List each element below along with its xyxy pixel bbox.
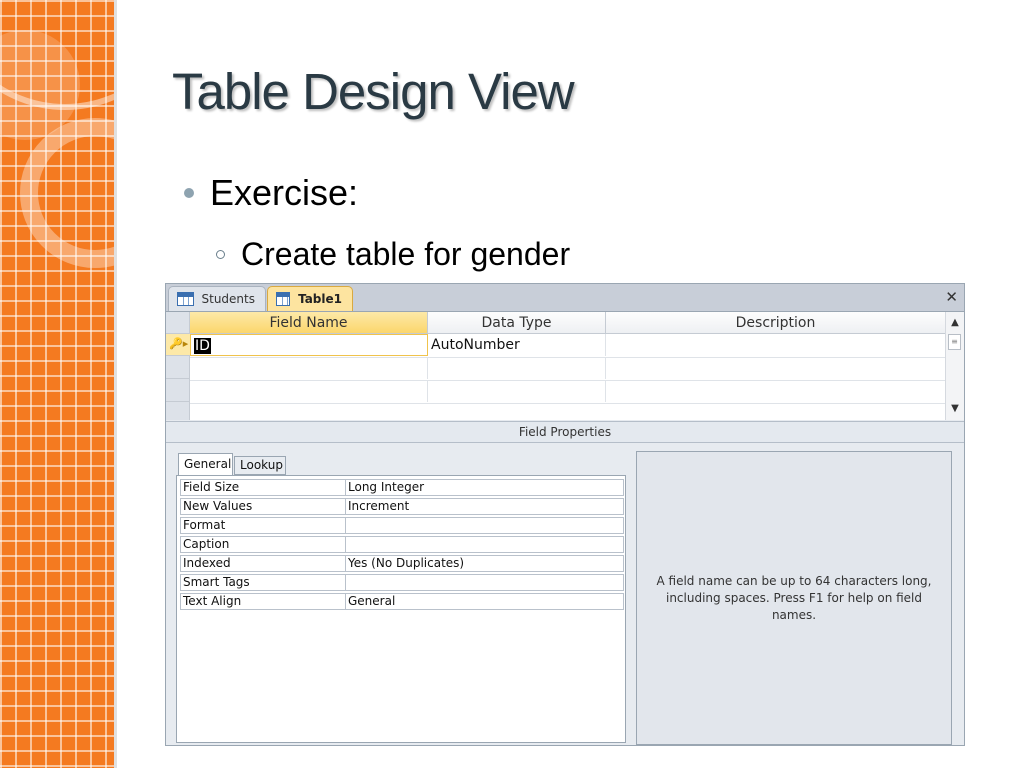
row-selector-column: 🔑▸: [166, 312, 190, 425]
bullet-text: Exercise:: [210, 172, 359, 213]
field-name-value: ID: [194, 338, 211, 354]
decorative-ring: [20, 118, 114, 268]
column-header-data-type[interactable]: Data Type: [428, 312, 606, 334]
row-selector[interactable]: [166, 357, 190, 379]
property-row: Caption: [180, 536, 624, 554]
table-icon: [276, 292, 291, 306]
property-value[interactable]: Long Integer: [346, 479, 624, 496]
scroll-thumb[interactable]: ≡: [948, 334, 961, 350]
sub-bullet: Create table for gender: [216, 236, 570, 273]
field-name-cell[interactable]: [190, 380, 428, 402]
decorative-sidebar: [0, 0, 114, 768]
table-row: [190, 357, 946, 381]
tab-students[interactable]: Students: [168, 286, 266, 311]
field-properties-label: Field Properties: [166, 421, 964, 443]
field-name-cell[interactable]: ID: [190, 334, 428, 356]
data-type-cell[interactable]: AutoNumber: [428, 334, 606, 356]
table-row: ID AutoNumber: [190, 334, 946, 358]
access-design-window: Students Table1 ✕ 🔑▸ Field Name Data Typ…: [165, 283, 965, 746]
property-value[interactable]: General: [346, 593, 624, 610]
tab-lookup[interactable]: Lookup: [234, 456, 286, 475]
property-row: Field Size Long Integer: [180, 479, 624, 497]
property-row: Smart Tags: [180, 574, 624, 592]
field-name-cell[interactable]: [190, 357, 428, 379]
property-label: Caption: [180, 536, 346, 553]
close-icon[interactable]: ✕: [945, 288, 958, 306]
property-value[interactable]: [346, 536, 624, 553]
property-label: Indexed: [180, 555, 346, 572]
property-value[interactable]: [346, 574, 624, 591]
tab-general[interactable]: General: [178, 453, 233, 476]
property-row: New Values Increment: [180, 498, 624, 516]
table-icon: [177, 292, 194, 306]
property-row: Format: [180, 517, 624, 535]
row-selector[interactable]: 🔑▸: [166, 334, 190, 356]
property-label: Smart Tags: [180, 574, 346, 591]
table-row: [190, 380, 946, 404]
description-cell[interactable]: [606, 334, 946, 356]
properties-panel: Field Size Long Integer New Values Incre…: [176, 475, 626, 743]
decorative-ring: [0, 0, 114, 110]
sidebar-edge: [114, 0, 117, 768]
bullet-ring-icon: [216, 250, 225, 259]
property-label: New Values: [180, 498, 346, 515]
bullet-dot-icon: [184, 188, 194, 198]
vertical-scrollbar[interactable]: ▲ ≡ ▼: [945, 312, 964, 420]
property-row: Indexed Yes (No Duplicates): [180, 555, 624, 573]
help-text: A field name can be up to 64 characters …: [656, 573, 932, 622]
column-header-description[interactable]: Description: [606, 312, 946, 334]
data-type-cell[interactable]: [428, 380, 606, 402]
property-value[interactable]: Yes (No Duplicates): [346, 555, 624, 572]
field-grid: 🔑▸ Field Name Data Type Description ID A…: [166, 312, 964, 425]
description-cell[interactable]: [606, 357, 946, 379]
document-tab-bar: Students Table1 ✕: [166, 284, 964, 312]
column-header-field-name[interactable]: Field Name: [190, 312, 428, 334]
tab-table1[interactable]: Table1: [267, 286, 353, 311]
property-value[interactable]: [346, 517, 624, 534]
tab-label: Students: [201, 292, 256, 306]
scroll-up-icon[interactable]: ▲: [946, 314, 964, 332]
property-label: Text Align: [180, 593, 346, 610]
property-label: Field Size: [180, 479, 346, 496]
row-selector[interactable]: [166, 380, 190, 402]
description-cell[interactable]: [606, 380, 946, 402]
sub-bullet-text: Create table for gender: [241, 236, 571, 272]
property-value[interactable]: Increment: [346, 498, 624, 515]
property-row: Text Align General: [180, 593, 624, 611]
primary-key-icon: 🔑▸: [169, 337, 189, 350]
corner-cell: [166, 312, 190, 334]
property-label: Format: [180, 517, 346, 534]
data-type-cell[interactable]: [428, 357, 606, 379]
tab-label: Table1: [298, 292, 342, 306]
help-pane: A field name can be up to 64 characters …: [636, 451, 952, 745]
slide-title: Table Design View: [172, 63, 575, 120]
bullet-exercise: Exercise:: [184, 172, 358, 214]
scroll-down-icon[interactable]: ▼: [946, 400, 964, 418]
